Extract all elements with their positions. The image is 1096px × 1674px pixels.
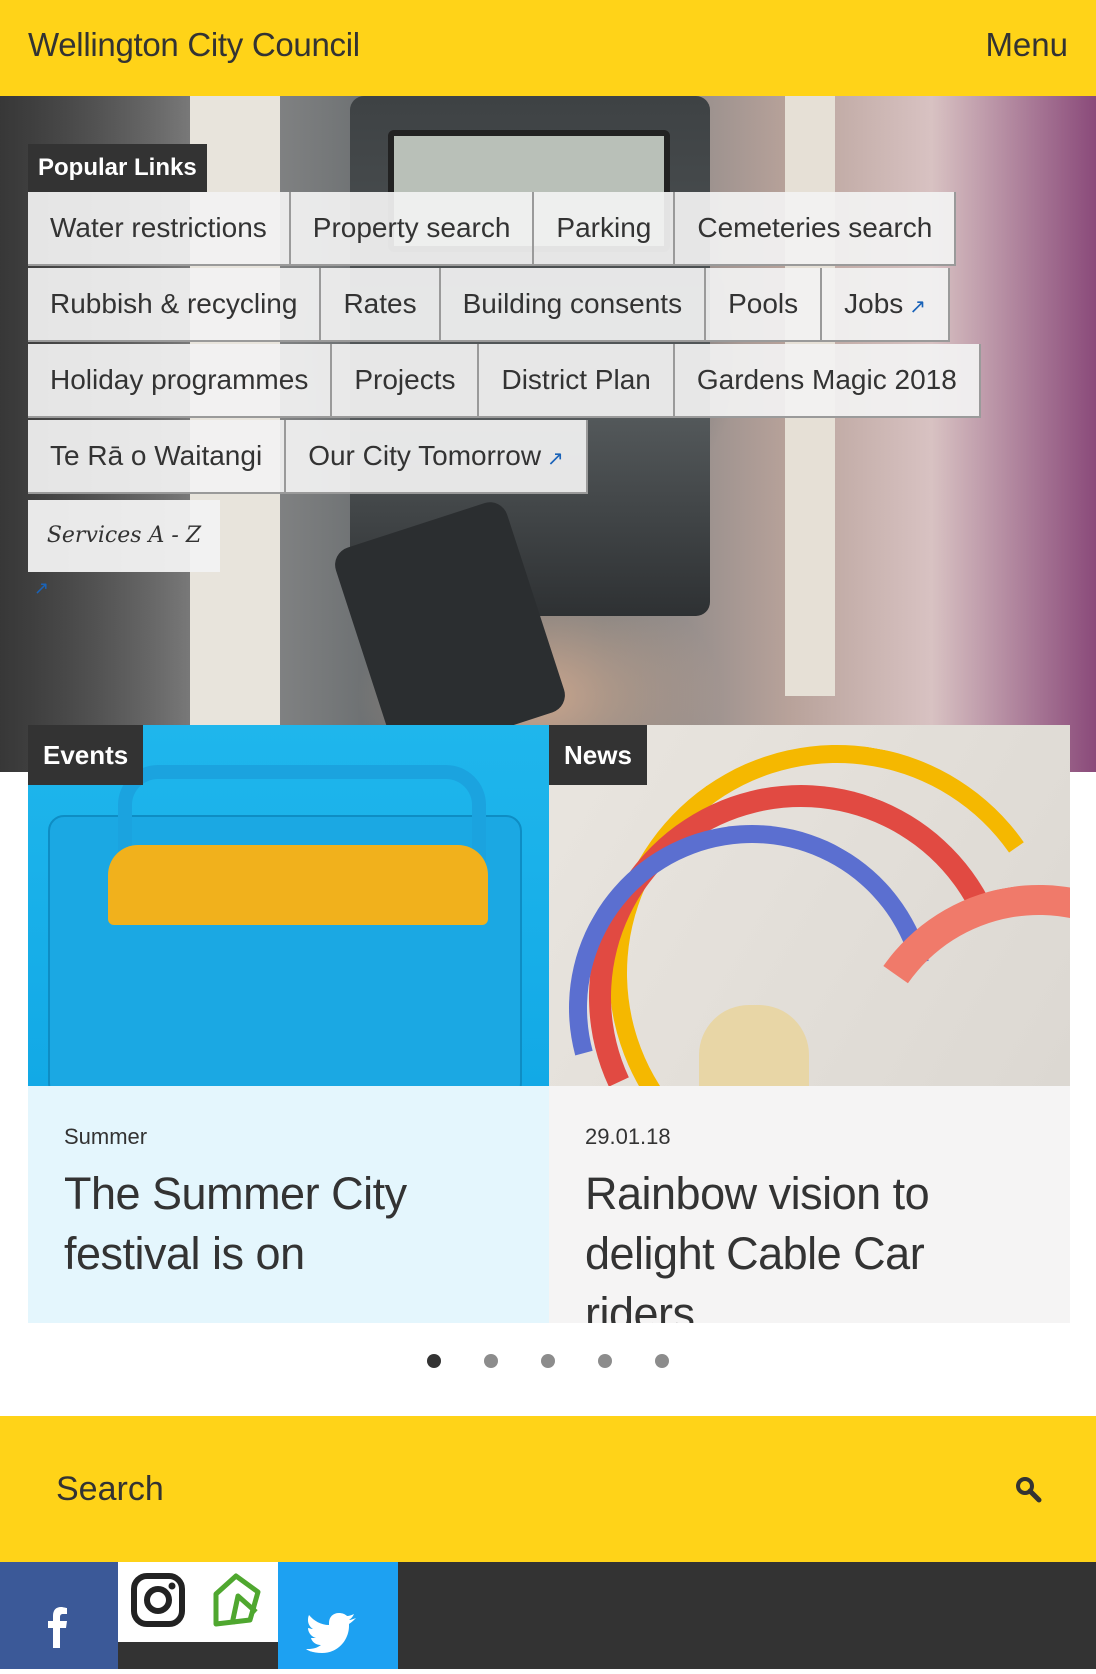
- link-pools[interactable]: Pools: [706, 268, 823, 342]
- site-title-link[interactable]: Wellington City Council: [28, 26, 360, 64]
- news-card-title[interactable]: Rainbow vision to delight Cable Car ride…: [585, 1164, 1034, 1323]
- link-cemeteries-search[interactable]: Cemeteries search: [675, 192, 957, 266]
- carousel-dot[interactable]: [427, 1354, 441, 1368]
- events-card-body: Summer The Summer City festival is on: [28, 1086, 549, 1323]
- search-band: [0, 1416, 1096, 1562]
- external-link-icon: ↗: [909, 296, 927, 318]
- instagram-icon: [131, 1573, 185, 1627]
- menu-button[interactable]: Menu: [985, 26, 1068, 64]
- search-icon[interactable]: [1014, 1475, 1042, 1503]
- carousel-dot[interactable]: [484, 1354, 498, 1368]
- facebook-link[interactable]: [0, 1562, 118, 1669]
- popular-links-row: Holiday programmes Projects District Pla…: [28, 344, 981, 418]
- link-rubbish-recycling[interactable]: Rubbish & recycling: [28, 268, 322, 342]
- services-a-z-link[interactable]: Services A - Z: [28, 500, 220, 572]
- carousel-dot[interactable]: [655, 1354, 669, 1368]
- link-jobs-label: Jobs: [844, 288, 904, 319]
- carousel-dot[interactable]: [598, 1354, 612, 1368]
- popular-links-row: Rubbish & recycling Rates Building conse…: [28, 268, 951, 342]
- events-tag: Events: [28, 725, 144, 785]
- link-rates[interactable]: Rates: [321, 268, 441, 342]
- link-jobs[interactable]: Jobs ↗: [822, 268, 951, 342]
- carousel-dot[interactable]: [541, 1354, 555, 1368]
- news-card-body: 29.01.18 Rainbow vision to delight Cable…: [549, 1086, 1070, 1323]
- twitter-link[interactable]: [278, 1562, 398, 1669]
- link-building-consents[interactable]: Building consents: [440, 268, 707, 342]
- popular-links-heading: Popular Links: [28, 144, 207, 192]
- site-header: Wellington City Council Menu: [0, 0, 1096, 96]
- link-our-city-tomorrow-label: Our City Tomorrow: [308, 440, 542, 471]
- search-input[interactable]: [28, 1450, 1018, 1528]
- events-card-category: Summer: [64, 1124, 148, 1149]
- link-our-city-tomorrow[interactable]: Our City Tomorrow ↗: [286, 420, 588, 494]
- link-holiday-programmes[interactable]: Holiday programmes: [28, 344, 333, 418]
- twitter-icon: [306, 1613, 356, 1653]
- external-link-icon: ↗: [34, 578, 50, 598]
- news-card-date: 29.01.18: [585, 1124, 671, 1149]
- events-card-title[interactable]: The Summer City festival is on: [64, 1164, 513, 1284]
- gw-logo-icon: [213, 1573, 261, 1627]
- news-card[interactable]: News 29.01.18 Rainbow vision to delight …: [549, 725, 1070, 1323]
- popular-links-row: Te Rā o Waitangi Our City Tomorrow ↗: [28, 420, 588, 494]
- link-te-ra-o-waitangi[interactable]: Te Rā o Waitangi: [28, 420, 287, 494]
- link-parking[interactable]: Parking: [534, 192, 676, 266]
- news-tag: News: [549, 725, 647, 785]
- events-card[interactable]: Events Summer The Summer City festival i…: [28, 725, 549, 1323]
- link-water-restrictions[interactable]: Water restrictions: [28, 192, 291, 266]
- link-gardens-magic[interactable]: Gardens Magic 2018: [674, 344, 981, 418]
- facebook-icon: [48, 1607, 67, 1648]
- instagram-link[interactable]: [118, 1562, 198, 1642]
- carousel-pagination: [0, 1354, 1096, 1374]
- wellington-site-link[interactable]: [198, 1562, 278, 1642]
- link-property-search[interactable]: Property search: [290, 192, 535, 266]
- town-scene-illustration: [108, 845, 488, 925]
- popular-links-row: Water restrictions Property search Parki…: [28, 192, 957, 266]
- link-district-plan[interactable]: District Plan: [479, 344, 675, 418]
- external-link-icon: ↗: [547, 448, 564, 470]
- link-projects[interactable]: Projects: [332, 344, 480, 418]
